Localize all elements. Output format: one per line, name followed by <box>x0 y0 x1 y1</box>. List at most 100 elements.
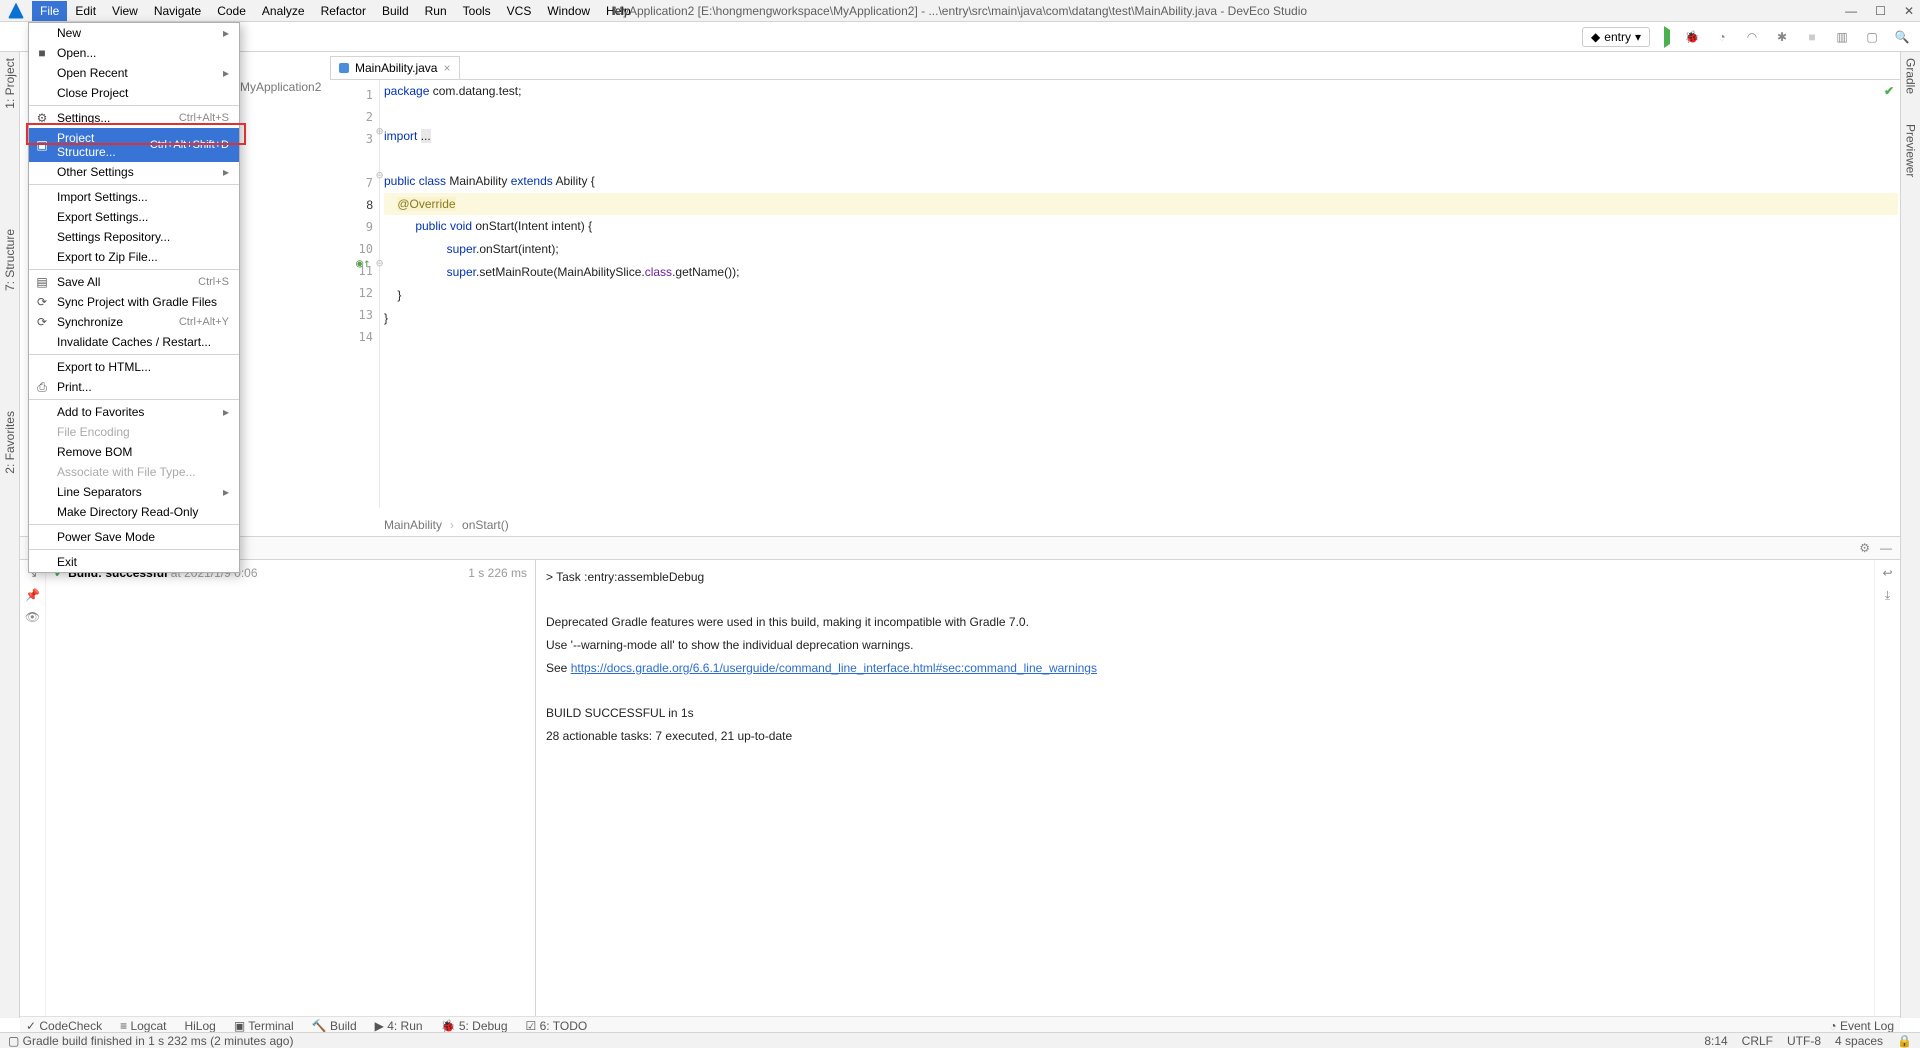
tool-project[interactable]: 1: Project <box>3 58 17 109</box>
file-menu-item[interactable]: ⎙Print... <box>29 377 239 397</box>
file-menu-item[interactable]: ⚙Settings...Ctrl+Alt+S <box>29 108 239 128</box>
attach-button[interactable]: ✱ <box>1774 30 1790 44</box>
crumb-class[interactable]: MainAbility <box>384 518 442 532</box>
lock-icon[interactable]: 🔒 <box>1897 1034 1912 1048</box>
tool-hilog[interactable]: HiLog <box>184 1019 215 1033</box>
out-line: 28 actionable tasks: 7 executed, 21 up-t… <box>546 729 792 743</box>
editor-tabs: MainAbility.java × <box>330 56 1900 80</box>
override-gutter-icon[interactable]: ◉↑ <box>356 256 370 270</box>
tool-codecheck[interactable]: ✓ CodeCheck <box>26 1019 102 1033</box>
java-file-icon <box>339 63 349 73</box>
tool-run[interactable]: ▶ 4: Run <box>375 1019 423 1033</box>
code-text: .setMainRoute(MainAbilitySlice. <box>476 265 645 279</box>
file-menu-item[interactable]: Open Recent <box>29 63 239 83</box>
file-menu-item[interactable]: ▣Project Structure...Ctrl+Alt+Shift+D <box>29 128 239 162</box>
menu-edit[interactable]: Edit <box>67 1 104 21</box>
scroll-end-icon[interactable]: ⤓ <box>1885 588 1890 603</box>
tool-build[interactable]: 🔨 Build <box>312 1019 357 1033</box>
minimize-panel-button[interactable]: — <box>1880 541 1892 555</box>
code-annotation: @Override <box>397 197 455 211</box>
file-menu-item[interactable]: Settings Repository... <box>29 227 239 247</box>
close-button[interactable]: ✕ <box>1904 4 1914 18</box>
file-menu-item[interactable]: ⟳SynchronizeCtrl+Alt+Y <box>29 312 239 332</box>
file-menu-item[interactable]: Add to Favorites <box>29 402 239 422</box>
tool-previewer[interactable]: Previewer <box>1904 124 1918 177</box>
tool-eventlog[interactable]: ◔ Event Log <box>1829 1019 1894 1033</box>
code-kw: extends <box>511 174 556 188</box>
minimize-button[interactable]: — <box>1845 4 1857 18</box>
file-menu-item[interactable]: Remove BOM <box>29 442 239 462</box>
maximize-button[interactable]: ☐ <box>1875 4 1886 18</box>
build-tree[interactable]: Build: successful at 2021/1/9 0:06 1 s 2… <box>46 560 536 1018</box>
app-icon <box>8 3 24 19</box>
crumb-method[interactable]: onStart() <box>462 518 509 532</box>
device-button[interactable]: ▢ <box>1864 30 1880 44</box>
file-menu-item[interactable]: Close Project <box>29 83 239 103</box>
search-everywhere-button[interactable]: 🔍 <box>1894 30 1910 44</box>
tool-terminal[interactable]: ▣ Terminal <box>234 1019 294 1033</box>
code-editor[interactable]: package com.datang.test; import ... publ… <box>384 80 1898 508</box>
gear-icon[interactable]: ⚙ <box>1859 541 1870 555</box>
inspection-ok-icon[interactable]: ✔ <box>1884 84 1894 98</box>
file-menu-item[interactable]: Import Settings... <box>29 187 239 207</box>
run-config-selector[interactable]: ◆ entry ▾ <box>1582 27 1650 47</box>
soft-wrap-icon[interactable]: ↩ <box>1882 566 1892 580</box>
out-line: Use '--warning-mode all' to show the ind… <box>546 638 913 652</box>
layout-button[interactable]: ▥ <box>1834 30 1850 44</box>
tool-debug[interactable]: 🐞 5: Debug <box>441 1019 508 1033</box>
file-menu-item[interactable]: Make Directory Read-Only <box>29 502 239 522</box>
indent-setting[interactable]: 4 spaces <box>1835 1034 1883 1048</box>
tool-structure[interactable]: 7: Structure <box>3 229 17 291</box>
eye-icon[interactable]: 👁 <box>25 610 40 624</box>
run-button[interactable] <box>1664 30 1670 44</box>
file-menu-item[interactable]: Power Save Mode <box>29 527 239 547</box>
menu-tools[interactable]: Tools <box>455 1 499 21</box>
doc-link[interactable]: https://docs.gradle.org/6.6.1/userguide/… <box>571 661 1097 675</box>
tool-logcat[interactable]: ≡ Logcat <box>120 1019 166 1033</box>
menu-view[interactable]: View <box>104 1 146 21</box>
editor-tab-mainability[interactable]: MainAbility.java × <box>330 56 460 79</box>
file-menu-item[interactable]: ■Open... <box>29 43 239 63</box>
code-folded[interactable]: ... <box>421 129 431 143</box>
tool-favorites[interactable]: 2: Favorites <box>3 411 17 474</box>
debug-button[interactable]: 🐞 <box>1684 30 1700 44</box>
menu-refactor[interactable]: Refactor <box>313 1 374 21</box>
stop-button[interactable]: ■ <box>1804 30 1820 44</box>
out-line: > Task :entry:assembleDebug <box>546 570 704 584</box>
build-panel-header: Build: Sync× Build Output× ⚙ — <box>20 536 1900 560</box>
file-menu-item[interactable]: ▤Save AllCtrl+S <box>29 272 239 292</box>
menu-code[interactable]: Code <box>209 1 254 21</box>
caret-position[interactable]: 8:14 <box>1704 1034 1727 1048</box>
file-encoding[interactable]: UTF-8 <box>1787 1034 1821 1048</box>
file-menu-item[interactable]: Export Settings... <box>29 207 239 227</box>
file-menu-item[interactable]: Invalidate Caches / Restart... <box>29 332 239 352</box>
tool-todo[interactable]: ☑ 6: TODO <box>526 1019 588 1033</box>
file-menu-item[interactable]: Line Separators <box>29 482 239 502</box>
tool-gradle[interactable]: Gradle <box>1904 58 1918 94</box>
menu-analyze[interactable]: Analyze <box>254 1 313 21</box>
file-menu-item[interactable]: ⟳Sync Project with Gradle Files <box>29 292 239 312</box>
menu-window[interactable]: Window <box>539 1 598 21</box>
profile-button[interactable]: ◠ <box>1744 30 1760 44</box>
code-kw: super <box>447 242 476 256</box>
build-output-toolbar: ↩ ⤓ <box>1874 560 1900 1018</box>
pin-icon[interactable]: 📌 <box>25 588 40 602</box>
build-duration: 1 s 226 ms <box>468 566 527 580</box>
file-menu-item[interactable]: New <box>29 23 239 43</box>
close-tab-button[interactable]: × <box>443 61 450 75</box>
coverage-button[interactable]: ◔ <box>1714 30 1730 44</box>
menu-file[interactable]: File <box>32 1 67 21</box>
menu-build[interactable]: Build <box>374 1 417 21</box>
file-menu-item[interactable]: Export to Zip File... <box>29 247 239 267</box>
fold-start-icon-2[interactable]: ⊖ <box>376 256 383 270</box>
menu-navigate[interactable]: Navigate <box>146 1 209 21</box>
file-menu-item[interactable]: Export to HTML... <box>29 357 239 377</box>
fold-start-icon[interactable]: ⊖ <box>376 168 383 182</box>
build-output[interactable]: > Task :entry:assembleDebug Deprecated G… <box>536 560 1874 1018</box>
menu-vcs[interactable]: VCS <box>499 1 540 21</box>
file-menu-item[interactable]: Other Settings <box>29 162 239 182</box>
line-separator[interactable]: CRLF <box>1742 1034 1773 1048</box>
menu-run[interactable]: Run <box>417 1 455 21</box>
fold-toggle-icon[interactable]: ⊕ <box>376 124 383 138</box>
file-menu-item[interactable]: Exit <box>29 552 239 572</box>
